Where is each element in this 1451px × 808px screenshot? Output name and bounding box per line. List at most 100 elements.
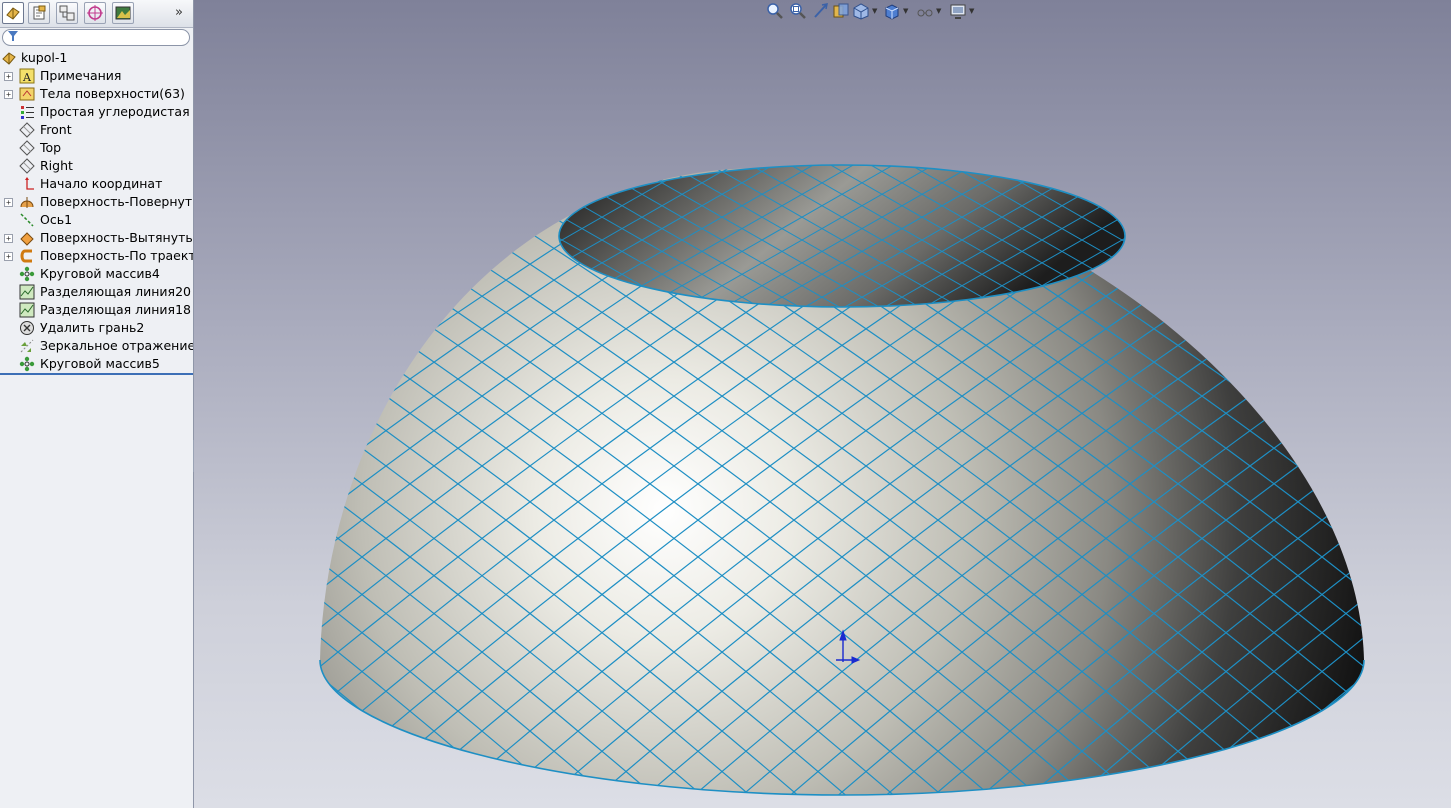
axis-icon: [20, 213, 34, 227]
dome-opening: [558, 164, 1126, 308]
tree-item-label: Разделяющая линия20: [40, 284, 191, 299]
view-settings-icon: [950, 4, 966, 19]
view-orientation-icon: [853, 3, 869, 20]
tree-item-label: Ось1: [40, 212, 73, 227]
display-manager-icon: [115, 6, 131, 20]
tree-item[interactable]: Удалить грань2: [0, 319, 193, 337]
expand-icon[interactable]: +: [4, 234, 13, 243]
sweep-surface-icon: [20, 249, 32, 263]
tree-item-label: Круговой массив4: [40, 266, 160, 281]
revolve-surface-icon: [20, 197, 34, 208]
tree-item-label: Примечания: [40, 68, 122, 83]
view-orientation-dropdown-icon[interactable]: ▼: [872, 7, 877, 15]
tree-item-label: Front: [40, 122, 72, 137]
tree-item[interactable]: Front: [0, 121, 193, 139]
delete-face-icon: [20, 321, 34, 335]
plane-icon: [19, 122, 35, 138]
tree-item-label: Удалить грань2: [40, 320, 145, 335]
tree-item-label: Тела поверхности(63): [40, 86, 185, 101]
tree-root-item[interactable]: kupol-1: [0, 49, 193, 67]
zoom-area-button[interactable]: [789, 2, 807, 20]
tree-item[interactable]: Круговой массив5: [0, 355, 193, 373]
material-icon: [21, 106, 34, 119]
feature-tree: kupol-1 + A Примечания + Тела поверхности(63)…: [0, 49, 193, 374]
tree-item-label: Простая углеродистая с: [40, 104, 193, 119]
tree-item[interactable]: Разделяющая линия18: [0, 301, 193, 319]
plane-icon: [19, 140, 35, 156]
expand-icon[interactable]: +: [4, 198, 13, 207]
panel-more-icon[interactable]: »: [175, 5, 183, 20]
tree-item[interactable]: Начало координат: [0, 175, 193, 193]
zoom-fit-icon: [767, 3, 783, 19]
filter-icon: [8, 31, 18, 41]
tree-item[interactable]: + Поверхность-Повернуть: [0, 193, 193, 211]
tree-item-label: kupol-1: [21, 50, 68, 65]
tree-item-label: Зеркальное отражение3: [40, 338, 193, 353]
hide-show-dropdown-icon[interactable]: ▼: [936, 7, 941, 15]
tree-item[interactable]: + Поверхность-Вытянуть1: [0, 229, 193, 247]
svg-text:A: A: [22, 71, 32, 84]
tree-item-label: Начало координат: [40, 176, 163, 191]
tree-item[interactable]: Right: [0, 157, 193, 175]
section-view-icon: [833, 3, 849, 18]
configurationmanager-tab[interactable]: [56, 2, 78, 24]
split-line-icon: [19, 302, 35, 318]
origin-icon: [25, 177, 34, 190]
expand-icon[interactable]: +: [4, 252, 13, 261]
circular-pattern-icon: [19, 266, 35, 282]
tree-item[interactable]: Top: [0, 139, 193, 157]
tree-filter-field[interactable]: [2, 29, 190, 46]
tree-item[interactable]: Простая углеродистая с: [0, 103, 193, 121]
hide-show-button[interactable]: [916, 2, 934, 20]
tree-item[interactable]: Разделяющая линия20: [0, 283, 193, 301]
tree-end-marker: [0, 373, 193, 375]
tree-item[interactable]: Зеркальное отражение3: [0, 337, 193, 355]
circular-pattern-icon: [19, 356, 35, 372]
dome-model[interactable]: [194, 0, 1451, 808]
view-settings-button[interactable]: [949, 2, 967, 20]
tree-item[interactable]: + Поверхность-По траект: [0, 247, 193, 265]
extrude-surface-icon: [20, 232, 34, 246]
section-view-button[interactable]: [832, 2, 850, 20]
display-manager-tab[interactable]: [112, 2, 134, 24]
propertymanager-tab[interactable]: [28, 2, 50, 24]
tree-item[interactable]: + Тела поверхности(63): [0, 85, 193, 103]
graphics-viewport[interactable]: ▼ ▼ ▼ ▼: [194, 0, 1451, 808]
tree-item[interactable]: Круговой массив4: [0, 265, 193, 283]
feature-manager-icon: [6, 7, 20, 20]
previous-view-button[interactable]: [812, 2, 830, 20]
view-settings-dropdown-icon[interactable]: ▼: [969, 7, 974, 15]
zoom-fit-button[interactable]: [766, 2, 784, 20]
display-style-button[interactable]: [883, 2, 901, 20]
featuremanager-tab[interactable]: [2, 2, 24, 24]
tree-item[interactable]: + A Примечания: [0, 67, 193, 85]
mirror-icon: [20, 339, 34, 353]
display-style-icon: [885, 4, 899, 20]
expand-icon[interactable]: +: [4, 72, 13, 81]
tree-item-label: Поверхность-Повернуть: [40, 194, 193, 209]
configuration-manager-icon: [59, 5, 75, 21]
annotations-icon: A: [19, 68, 35, 84]
tree-item-label: Круговой массив5: [40, 356, 160, 371]
hide-show-icon: [917, 9, 933, 17]
tree-item-label: Поверхность-Вытянуть1: [40, 230, 193, 245]
view-orientation-button[interactable]: [852, 2, 870, 20]
previous-view-icon: [814, 3, 828, 18]
feature-manager-panel: » kupol-1 + A Примечания + Тела поверхности(6…: [0, 0, 194, 808]
dimxpert-tab[interactable]: [84, 2, 106, 24]
tree-item-label: Top: [40, 140, 62, 155]
part-icon: [2, 52, 16, 65]
plane-icon: [19, 158, 35, 174]
zoom-area-icon: [790, 3, 806, 19]
tree-item-label: Поверхность-По траект: [40, 248, 193, 263]
dimxpert-icon: [87, 5, 103, 21]
tree-item-label: Разделяющая линия18: [40, 302, 191, 317]
property-manager-icon: [33, 5, 46, 20]
display-style-dropdown-icon[interactable]: ▼: [903, 7, 908, 15]
tree-item[interactable]: Ось1: [0, 211, 193, 229]
tree-item-label: Right: [40, 158, 73, 173]
split-line-icon: [19, 284, 35, 300]
panel-tab-bar: »: [0, 0, 193, 28]
surface-bodies-icon: [19, 87, 35, 101]
expand-icon[interactable]: +: [4, 90, 13, 99]
